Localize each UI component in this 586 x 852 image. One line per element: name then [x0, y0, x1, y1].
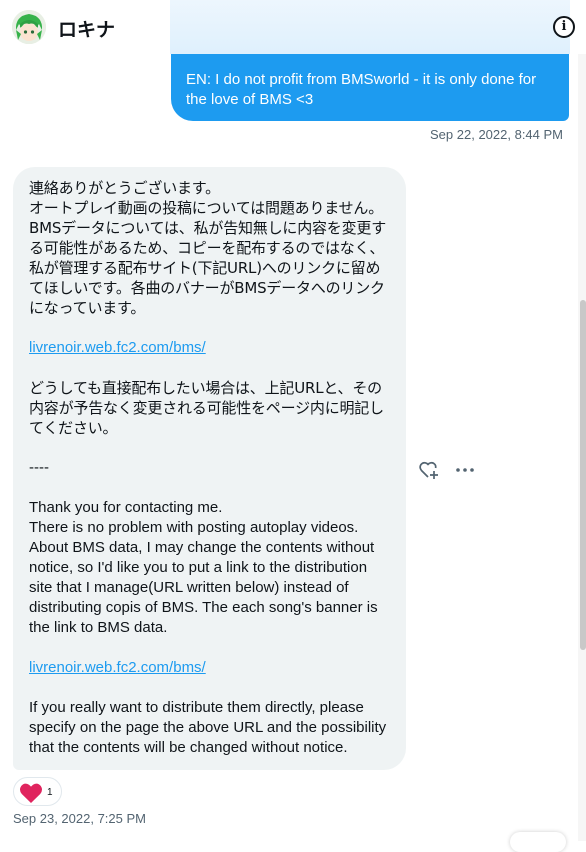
info-glyph: i	[561, 19, 567, 34]
more-icon[interactable]	[454, 459, 476, 481]
message-paragraph-en-1: Thank you for contacting me. There is no…	[29, 499, 378, 636]
header-blur	[170, 0, 570, 54]
sent-message-bubble[interactable]: EN: I do not profit from BMSworld - it i…	[171, 54, 569, 121]
received-message-timestamp: Sep 23, 2022, 7:25 PM	[13, 811, 146, 826]
reaction-pill[interactable]: 1	[13, 777, 62, 806]
message-paragraph-ja-2: どうしても直接配布したい場合は、上記URLと、その内容が予告なく変更される可能性…	[29, 379, 384, 437]
message-link-2[interactable]: livrenoir.web.fc2.com/bms/	[29, 659, 206, 676]
message-separator: ----	[29, 459, 49, 476]
message-paragraph-ja-1: 連絡ありがとうございます。 オートプレイ動画の投稿については問題ありません。 B…	[29, 179, 387, 317]
info-icon[interactable]: i	[553, 16, 575, 38]
scrollbar-thumb[interactable]	[580, 300, 586, 650]
message-paragraph-en-2: If you really want to distribute them di…	[29, 699, 387, 756]
message-link-1[interactable]: livrenoir.web.fc2.com/bms/	[29, 339, 206, 356]
reaction-count: 1	[47, 787, 53, 798]
contact-name[interactable]: ロキナ	[58, 15, 115, 42]
add-reaction-icon[interactable]	[418, 459, 440, 481]
conversation-header: ロキナ	[0, 0, 586, 54]
scroll-down-button[interactable]	[510, 832, 566, 852]
heart-icon	[19, 783, 43, 803]
sent-message-timestamp: Sep 22, 2022, 8:44 PM	[430, 127, 563, 142]
received-message-bubble[interactable]: 連絡ありがとうございます。 オートプレイ動画の投稿については問題ありません。 B…	[13, 167, 406, 770]
sent-message-text: EN: I do not profit from BMSworld - it i…	[186, 71, 537, 108]
avatar[interactable]	[12, 10, 46, 44]
